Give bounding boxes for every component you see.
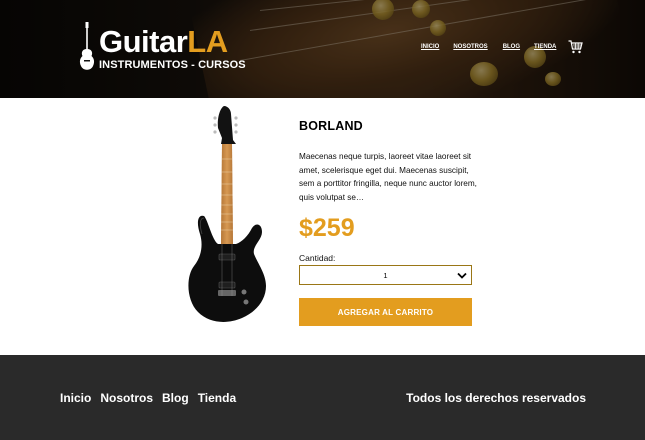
chevron-down-icon [457,272,467,279]
quantity-value: 1 [383,270,388,280]
nav-link-inicio[interactable]: INICIO [421,43,439,51]
brand-tagline: INSTRUMENTOS - CURSOS [99,59,246,71]
footer-link-blog[interactable]: Blog [162,391,189,405]
site-logo[interactable]: GuitarLA INSTRUMENTOS - CURSOS [79,22,249,74]
brand-name: GuitarLA [99,24,228,59]
site-footer: Inicio Nosotros Blog Tienda Todos los de… [0,355,645,440]
footer-link-inicio[interactable]: Inicio [60,391,91,405]
guitar-icon [79,22,95,70]
add-to-cart-button[interactable]: AGREGAR AL CARRITO [299,298,472,326]
footer-link-tienda[interactable]: Tienda [198,391,236,405]
quantity-select[interactable]: 1 [299,265,472,285]
nav-link-blog[interactable]: BLOG [503,43,520,51]
product-image [188,106,266,322]
main-nav: INICIO NOSOTROS BLOG TIENDA [421,43,570,51]
footer-link-nosotros[interactable]: Nosotros [100,391,153,405]
nav-link-nosotros[interactable]: NOSOTROS [453,43,487,51]
copyright-text: Todos los derechos reservados [406,391,586,405]
product-description: Maecenas neque turpis, laoreet vitae lao… [299,152,477,202]
product-price: $259 [299,214,355,242]
site-header: GuitarLA INSTRUMENTOS - CURSOS INICIO NO… [0,0,645,98]
footer-nav: Inicio Nosotros Blog Tienda [60,391,245,405]
cart-icon[interactable] [568,40,583,54]
product-title: BORLAND [299,119,363,133]
quantity-label: Cantidad: [299,253,336,263]
nav-link-tienda[interactable]: TIENDA [534,43,556,51]
